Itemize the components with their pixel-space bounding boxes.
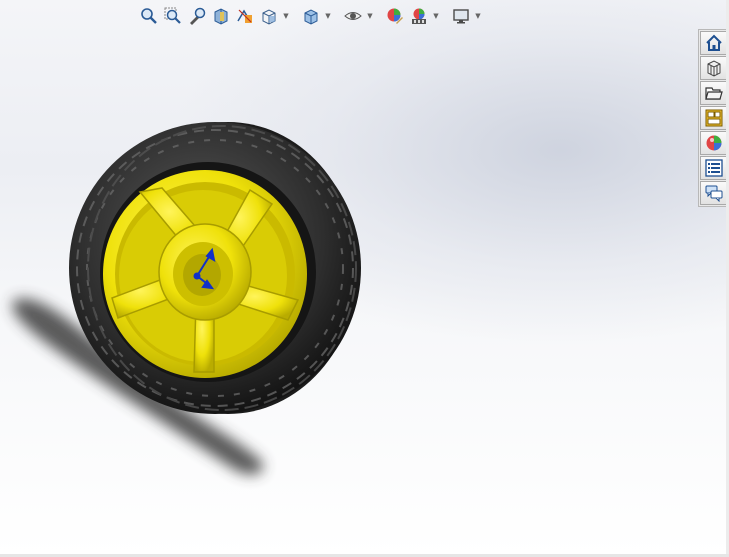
previous-view-icon xyxy=(190,7,206,25)
view-settings-icon xyxy=(453,9,469,24)
task-pane-tab-custom-properties[interactable] xyxy=(700,156,727,180)
edit-appearance-icon xyxy=(387,8,403,24)
hide-show-items-dropdown[interactable]: ▼ xyxy=(366,5,374,27)
heads-up-view-toolbar: ▼ ▼ ▼ ▼ ▼ xyxy=(138,4,482,28)
wheel-model[interactable] xyxy=(0,0,729,557)
task-pane-tab-forum[interactable] xyxy=(700,181,727,205)
design-library-icon xyxy=(707,60,720,77)
task-pane-tabs xyxy=(698,29,727,207)
apply-scene-icon xyxy=(412,8,426,24)
folder-icon xyxy=(704,87,723,100)
dynamic-annotation-button[interactable] xyxy=(234,5,256,27)
graphics-area[interactable]: ▼ ▼ ▼ ▼ ▼ xyxy=(0,0,729,557)
zoom-to-fit-button[interactable] xyxy=(138,5,160,27)
home-icon xyxy=(705,34,722,51)
task-pane-tab-view-palette[interactable] xyxy=(700,106,727,130)
custom-properties-icon xyxy=(704,159,723,177)
view-orientation-button[interactable] xyxy=(258,5,280,27)
forum-icon xyxy=(705,185,722,202)
section-view-icon xyxy=(214,8,228,25)
task-pane-tab-home[interactable] xyxy=(700,31,727,55)
view-settings-button[interactable] xyxy=(450,5,472,27)
hide-show-icon xyxy=(344,12,362,20)
appearances-icon xyxy=(706,135,721,151)
display-style-button[interactable] xyxy=(300,5,322,27)
view-settings-dropdown[interactable]: ▼ xyxy=(474,5,482,27)
display-style-icon xyxy=(304,9,318,25)
view-orientation-dropdown[interactable]: ▼ xyxy=(282,5,290,27)
display-style-dropdown[interactable]: ▼ xyxy=(324,5,332,27)
view-palette-icon xyxy=(705,109,722,127)
zoom-to-area-icon xyxy=(164,7,181,24)
zoom-to-fit-icon xyxy=(141,8,157,24)
previous-view-button[interactable] xyxy=(186,5,208,27)
edit-appearance-button[interactable] xyxy=(384,5,406,27)
hide-show-items-button[interactable] xyxy=(342,5,364,27)
dynamic-annotation-icon xyxy=(237,9,252,23)
task-pane-tab-file-explorer[interactable] xyxy=(700,81,727,105)
section-view-button[interactable] xyxy=(210,5,232,27)
apply-scene-dropdown[interactable]: ▼ xyxy=(432,5,440,27)
task-pane-tab-design-library[interactable] xyxy=(700,56,727,80)
hub-bore xyxy=(183,254,221,296)
task-pane-tab-appearances[interactable] xyxy=(700,131,727,155)
zoom-to-area-button[interactable] xyxy=(162,5,184,27)
view-orientation-icon xyxy=(262,9,276,25)
apply-scene-button[interactable] xyxy=(408,5,430,27)
